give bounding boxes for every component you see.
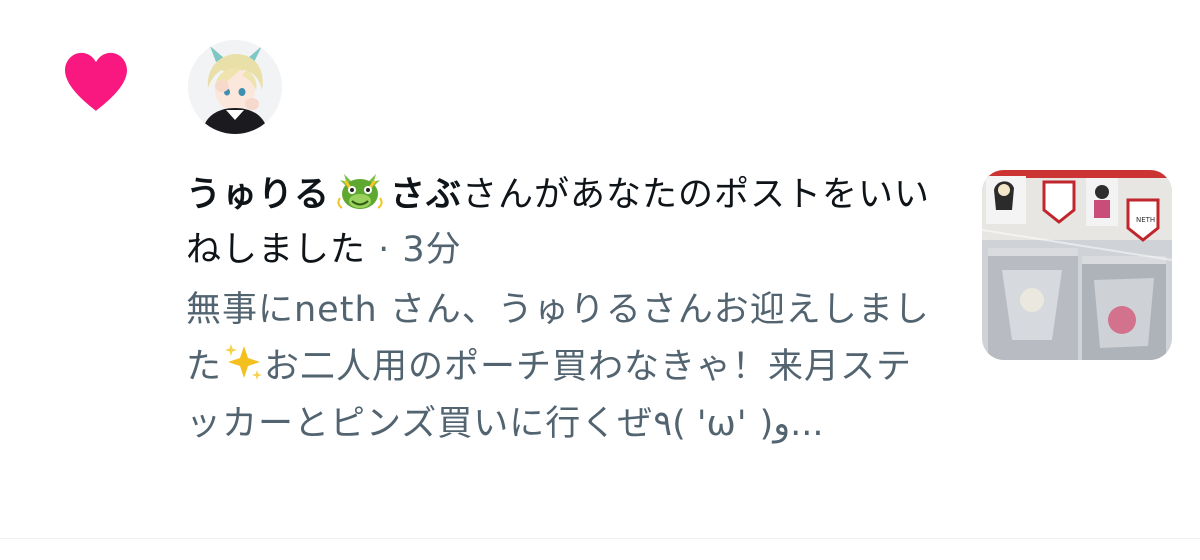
divider [0,538,1200,539]
sparkles-emoji-icon [225,344,263,380]
notification-headline: うゅりる さぶさんがあなたのポストをいいねしました · 3分 [186,168,946,278]
timestamp[interactable]: 3分 [402,230,461,270]
avatar-illustration [188,40,282,134]
separator: · [366,230,403,270]
post-text-part2: お二人用のポーチ買わなきゃ！来月ステッカーとピンズ買いに行くぜ٩( 'ω' )و… [186,347,913,444]
heart-icon [65,52,127,111]
user-name[interactable]: うゅりる さぶ [186,174,463,215]
dragon-emoji-icon [337,174,383,209]
post-media-thumbnail[interactable]: NETH [982,170,1172,360]
notification-body: うゅりる さぶさんがあなたのポストをいいねしました · 3分 無事にneth さ… [186,168,946,453]
user-name-text: うゅりる [186,175,331,215]
like-notification[interactable]: うゅりる さぶさんがあなたのポストをいいねしました · 3分 無事にneth さ… [0,0,1200,540]
thumbnail-label: NETH [1136,216,1155,224]
avatar[interactable] [188,40,282,134]
user-name-suffix: さぶ [390,175,463,215]
post-preview-text[interactable]: 無事にneth さん、うゅりるさんお迎えしました お二人用のポーチ買わなきゃ！来… [186,282,946,453]
thumbnail-image: NETH [982,170,1172,360]
